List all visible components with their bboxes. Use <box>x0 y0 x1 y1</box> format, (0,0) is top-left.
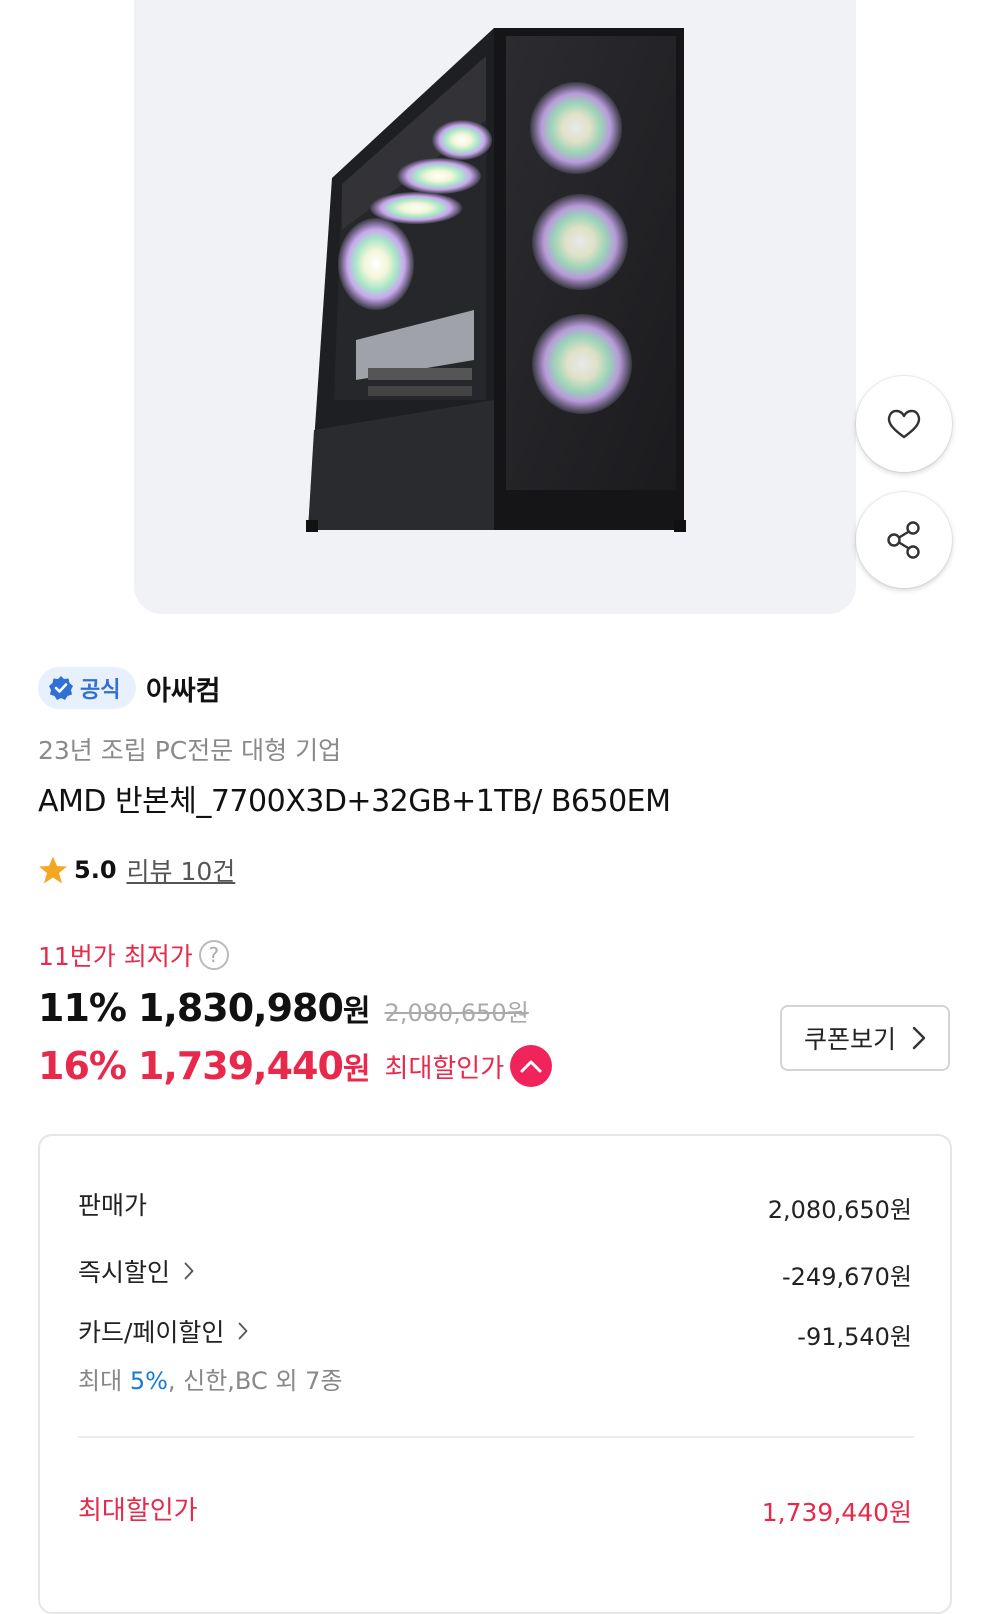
card-discount-link[interactable]: 카드/페이할인 <box>78 1313 248 1349</box>
chevron-right-icon <box>912 1026 926 1050</box>
max-discount-row: 16% 1,739,440 원 최대할인가 <box>38 1044 553 1088</box>
share-button[interactable] <box>856 492 952 588</box>
instant-discount-label: 즉시할인 <box>78 1258 171 1287</box>
max-discount-rate: 16% <box>38 1044 127 1088</box>
max-price-currency: 원 <box>342 1052 371 1087</box>
lowest-price-label: 11번가 최저가 <box>38 942 193 971</box>
heart-icon <box>887 409 921 439</box>
final-price-value: 1,739,440원 <box>761 1498 912 1527</box>
final-price-label: 최대할인가 <box>78 1496 198 1526</box>
lowest-price-row: 11번가 최저가 ? <box>38 937 229 973</box>
chevron-up-icon <box>520 1060 542 1073</box>
star-icon <box>39 856 67 884</box>
seller-name[interactable]: 아싸컴 <box>146 669 221 708</box>
card-detail-rate: 5% <box>129 1367 168 1395</box>
product-image <box>306 28 686 532</box>
max-discount-price: 1,739,440 <box>137 1044 344 1088</box>
card-discount-detail: 최대 5%, 신한,BC 외 7종 <box>78 1361 342 1396</box>
original-price: 2,080,650원 <box>384 999 529 1027</box>
share-icon <box>887 521 920 559</box>
chevron-right-icon <box>239 1322 248 1340</box>
rating-row: 5.0 리뷰 10건 <box>38 852 235 888</box>
official-badge: 공식 <box>38 667 137 709</box>
product-image-panel[interactable] <box>134 0 856 614</box>
discounted-price: 1,830,980 <box>137 986 344 1030</box>
sale-price-value: 2,080,650원 <box>767 1196 912 1224</box>
help-icon[interactable]: ? <box>198 940 229 970</box>
instant-discount-value: -249,670원 <box>782 1263 912 1291</box>
verified-check-icon <box>49 676 73 700</box>
official-badge-label: 공식 <box>80 678 121 703</box>
rating-value: 5.0 <box>74 856 117 884</box>
product-title: AMD 반본체_7700X3D+32GB+1TB/ B650EM <box>38 784 671 819</box>
max-discount-label: 최대할인가 <box>384 1053 505 1084</box>
collapse-toggle-button[interactable] <box>510 1045 553 1087</box>
sale-price-label-text: 판매가 <box>78 1191 148 1220</box>
coupon-button[interactable]: 쿠폰보기 <box>780 1005 950 1071</box>
breakdown-divider <box>78 1436 914 1438</box>
price-currency: 원 <box>342 994 371 1029</box>
sale-price-label: 판매가 <box>78 1186 147 1222</box>
review-count-link[interactable]: 리뷰 10건 <box>127 852 236 888</box>
price-row: 11% 1,830,980 원 2,080,650원 <box>38 986 529 1030</box>
chevron-right-icon <box>184 1262 194 1280</box>
card-detail-prefix: 최대 <box>78 1367 123 1395</box>
card-detail-suffix: , 신한,BC 외 7종 <box>167 1367 343 1395</box>
discount-rate: 11% <box>38 986 127 1030</box>
coupon-button-label: 쿠폰보기 <box>803 1025 896 1054</box>
instant-discount-link[interactable]: 즉시할인 <box>78 1253 194 1289</box>
seller-subtitle: 23년 조립 PC전문 대형 기업 <box>38 736 342 765</box>
card-discount-label: 카드/페이할인 <box>78 1318 225 1347</box>
card-discount-value: -91,540원 <box>797 1323 912 1351</box>
wishlist-button[interactable] <box>856 376 952 472</box>
